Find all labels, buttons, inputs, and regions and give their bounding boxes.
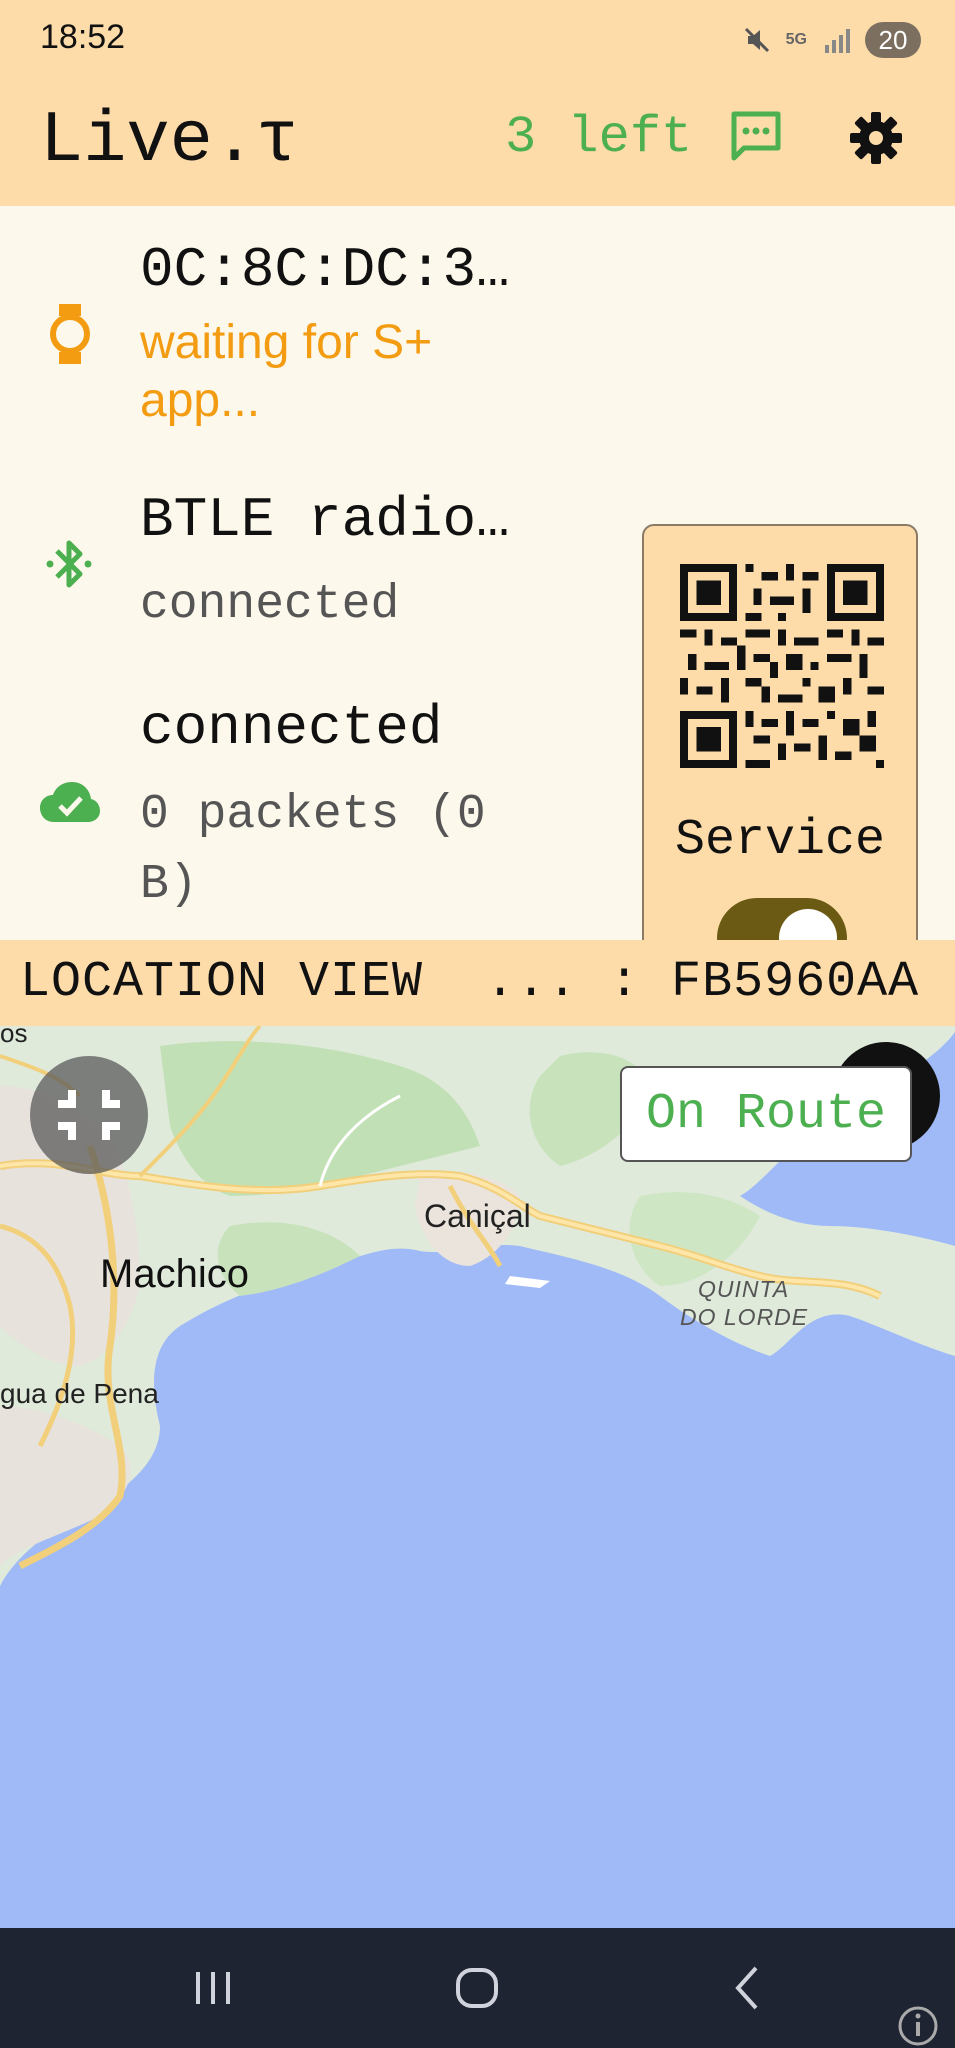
map-label-agua-de-pena: gua de Pena (0, 1378, 159, 1409)
home-icon[interactable] (452, 1958, 502, 2018)
on-route-button[interactable]: On Route (620, 1066, 912, 1162)
app-title: Live.τ (40, 100, 300, 182)
map-view[interactable]: os Caniçal Machico gua de Pena QUINTA DO… (0, 1026, 955, 1928)
cloud-status: 0 packets (0 B) (140, 788, 486, 912)
location-title: LOCATION VIEW ... : FB5960AA (20, 954, 920, 1011)
map-label-top: os (0, 1026, 28, 1048)
service-label: Service (674, 812, 886, 869)
radio-status: connected (140, 578, 400, 632)
message-icon[interactable] (728, 108, 784, 164)
qr-code-icon (680, 564, 884, 768)
mute-icon (744, 27, 769, 53)
watch-icon (50, 304, 90, 364)
info-icon[interactable] (896, 2004, 940, 2048)
app-bar: Live.τ 3 left (0, 78, 955, 206)
status-bar: 18:52 5G 20 (0, 0, 955, 78)
location-header: LOCATION VIEW ... : FB5960AA (0, 940, 955, 1026)
bluetooth-icon (46, 540, 92, 588)
battery-icon: 20 (865, 22, 921, 58)
clock: 18:52 (40, 18, 126, 56)
collapse-map-button[interactable] (30, 1056, 148, 1174)
map-label-machico: Machico (100, 1252, 249, 1296)
back-icon[interactable] (722, 1958, 772, 2018)
map-label-quinta: QUINTA (698, 1276, 790, 1302)
recent-apps-icon[interactable] (188, 1958, 238, 2018)
network-5g-icon: 5G (785, 31, 807, 48)
messages-left-count: 3 left (505, 108, 693, 167)
gear-icon[interactable] (846, 108, 906, 168)
navigation-bar (0, 1928, 955, 2048)
status-icons: 5G 20 (742, 20, 921, 60)
status-panel: 0C:8C:DC:3… waiting for S+ app... BTLE r… (0, 206, 955, 1032)
cloud-title: connected (140, 696, 443, 760)
watch-status: waiting for S+ app... (140, 316, 433, 427)
map-label-canical: Caniçal (424, 1198, 531, 1234)
map-label-do-lorde: DO LORDE (680, 1304, 809, 1330)
radio-title: BTLE radio… (140, 488, 510, 552)
signal-icon (825, 29, 850, 53)
cloud-done-icon (40, 782, 100, 822)
watch-device-id: 0C:8C:DC:3… (140, 238, 510, 302)
collapse-icon (58, 1090, 120, 1140)
